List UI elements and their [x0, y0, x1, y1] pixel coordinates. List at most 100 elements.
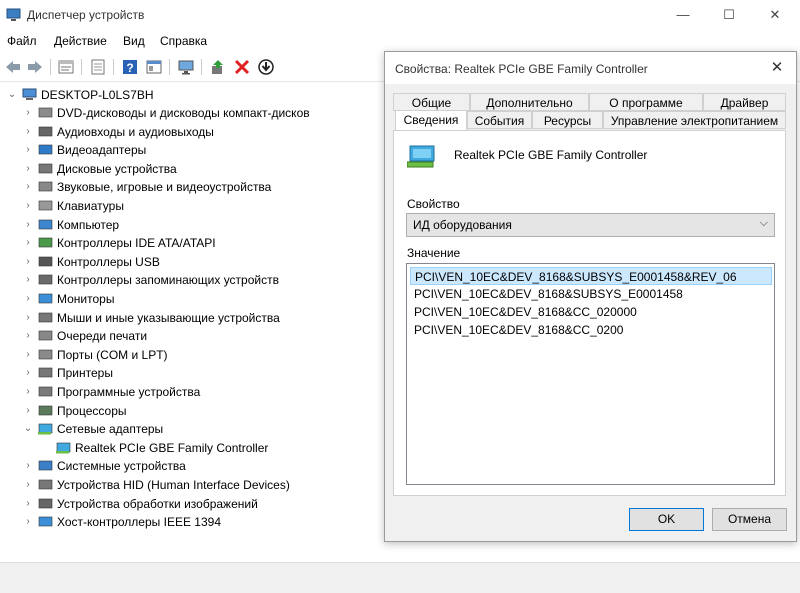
tree-category-item[interactable]: › Системные устройства [22, 457, 362, 475]
title-bar: Диспетчер устройств — ☐ ✕ [0, 0, 800, 30]
chevron-right-icon[interactable]: › [22, 216, 34, 234]
ok-button[interactable]: OK [629, 508, 704, 531]
download-icon[interactable] [257, 58, 275, 76]
tree-category-item[interactable]: › Компьютер [22, 216, 362, 234]
value-item[interactable]: PCI\VEN_10EC&DEV_8168&SUBSYS_E0001458 [410, 285, 772, 303]
tree-category-item[interactable]: › Устройства обработки изображений [22, 495, 362, 513]
value-list[interactable]: PCI\VEN_10EC&DEV_8168&SUBSYS_E0001458&RE… [406, 263, 775, 485]
tree-category-item[interactable]: › Порты (COM и LPT) [22, 346, 362, 364]
update-driver-icon[interactable] [209, 58, 227, 76]
minimize-button[interactable]: — [660, 0, 706, 30]
chevron-right-icon[interactable]: › [22, 309, 34, 327]
tree-category-item[interactable]: › Клавиатуры [22, 197, 362, 215]
tree-item-label: Устройства HID (Human Interface Devices) [57, 478, 290, 492]
chevron-right-icon[interactable]: › [22, 457, 34, 475]
back-icon[interactable] [4, 58, 22, 76]
view-icon[interactable] [145, 58, 163, 76]
chevron-right-icon[interactable]: › [22, 271, 34, 289]
chevron-right-icon[interactable]: › [22, 495, 34, 513]
tab-power-management[interactable]: Управление электропитанием [603, 111, 786, 129]
computer-icon [38, 219, 53, 229]
tab-details[interactable]: Сведения [395, 110, 467, 130]
tree-category-item[interactable]: › Программные устройства [22, 383, 362, 401]
chevron-right-icon[interactable]: › [22, 253, 34, 271]
menu-file[interactable]: Файл [7, 34, 37, 48]
tree-item-label: Системные устройства [57, 459, 186, 474]
chevron-right-icon[interactable]: › [22, 123, 34, 141]
value-item[interactable]: PCI\VEN_10EC&DEV_8168&SUBSYS_E0001458&RE… [410, 267, 772, 285]
tree-category-item[interactable]: › Процессоры [22, 402, 362, 420]
chevron-right-icon[interactable]: › [22, 402, 34, 420]
tree-category-item[interactable]: › Аудиовходы и аудиовыходы [22, 123, 362, 141]
properties-dialog: Свойства: Realtek PCIe GBE Family Contro… [384, 51, 797, 542]
value-item[interactable]: PCI\VEN_10EC&DEV_8168&CC_020000 [410, 303, 772, 321]
help-icon[interactable]: ? [121, 58, 139, 76]
tree-item-label: Клавиатуры [57, 199, 124, 213]
tree-device-item[interactable]: Realtek PCIe GBE Family Controller [40, 439, 380, 457]
chevron-right-icon[interactable]: › [22, 513, 34, 531]
tree-item-label: Принтеры [57, 366, 113, 381]
chevron-right-icon[interactable]: › [22, 178, 34, 196]
sound-icon [38, 182, 53, 192]
tree-category-item[interactable]: › Устройства HID (Human Interface Devices… [22, 476, 362, 494]
tree-category-item[interactable]: › Контроллеры IDE ATA/ATAPI [22, 234, 362, 252]
tree-item-label: Компьютер [57, 217, 120, 232]
tree-category-item[interactable]: › Очереди печати [22, 327, 362, 345]
disk-icon [38, 163, 53, 174]
tab-about[interactable]: О программе [589, 93, 703, 111]
tree-category-item[interactable]: › Мыши и иные указывающие устройства [22, 309, 362, 327]
chevron-right-icon[interactable]: › [22, 234, 34, 252]
chevron-down-icon[interactable]: ⌄ [6, 86, 18, 104]
chevron-right-icon[interactable]: › [22, 364, 34, 382]
tree-category-item[interactable]: › Принтеры [22, 364, 362, 382]
tree-root[interactable]: ⌄ DESKTOP-L0LS7BH [6, 86, 306, 104]
chevron-right-icon[interactable]: › [22, 197, 34, 215]
tree-category-item[interactable]: › Видеоадаптеры [22, 141, 362, 159]
close-button[interactable]: ✕ [752, 0, 798, 30]
dialog-close-button[interactable]: ✕ [762, 55, 792, 81]
value-item[interactable]: PCI\VEN_10EC&DEV_8168&CC_0200 [410, 321, 772, 339]
chevron-right-icon[interactable]: › [22, 476, 34, 494]
maximize-button[interactable]: ☐ [706, 0, 752, 30]
properties-icon[interactable] [57, 58, 75, 76]
forward-icon[interactable] [26, 58, 44, 76]
tree-category-item[interactable]: › Контроллеры USB [22, 253, 362, 271]
menu-view[interactable]: Вид [123, 34, 145, 48]
tree-category-item[interactable]: › Контроллеры запоминающих устройств [22, 271, 362, 289]
tree-item-label: Порты (COM и LPT) [57, 347, 168, 362]
tree-category-item[interactable]: › Хост-контроллеры IEEE 1394 [22, 513, 362, 531]
monitor-icon[interactable] [177, 58, 195, 76]
tree-category-item[interactable]: › DVD-дисководы и дисководы компакт-диско… [22, 104, 362, 122]
property-dropdown[interactable]: ИД оборудования ⌵ [406, 213, 775, 237]
chevron-right-icon[interactable]: › [22, 160, 34, 178]
tree-category-item[interactable]: › Звуковые, игровые и видеоустройства [22, 178, 362, 196]
chevron-right-icon[interactable]: › [22, 141, 34, 159]
tree-item-label: DVD-дисководы и дисководы компакт-дисков [57, 106, 310, 120]
uninstall-icon[interactable] [233, 58, 251, 76]
chevron-right-icon[interactable]: › [22, 104, 34, 122]
tree-item-label: Звуковые, игровые и видеоустройства [57, 180, 272, 195]
tree-category-item[interactable]: › Дисковые устройства [22, 160, 362, 178]
tab-driver[interactable]: Драйвер [703, 93, 786, 111]
tab-events[interactable]: События [467, 111, 532, 129]
dialog-title: Свойства: Realtek PCIe GBE Family Contro… [395, 62, 648, 76]
chevron-right-icon[interactable]: › [22, 290, 34, 308]
software-device-icon [38, 386, 53, 397]
chevron-down-icon[interactable]: ⌄ [22, 420, 34, 438]
cancel-button[interactable]: Отмена [712, 508, 787, 531]
tab-resources[interactable]: Ресурсы [532, 111, 603, 129]
menu-action[interactable]: Действие [54, 34, 107, 48]
tree-category-item[interactable]: ⌄ Сетевые адаптеры [22, 420, 362, 438]
tab-advanced[interactable]: Дополнительно [470, 93, 589, 111]
tree-item-label: Контроллеры IDE ATA/ATAPI [57, 236, 216, 251]
tree-category-item[interactable]: › Мониторы [22, 290, 362, 308]
network-card-icon [407, 145, 435, 168]
tab-general[interactable]: Общие [393, 93, 470, 111]
menu-help[interactable]: Справка [160, 34, 207, 48]
refresh-icon[interactable] [89, 58, 107, 76]
chevron-right-icon[interactable]: › [22, 327, 34, 345]
processor-icon [38, 405, 53, 415]
chevron-right-icon[interactable]: › [22, 346, 34, 364]
chevron-right-icon[interactable]: › [22, 383, 34, 401]
mouse-icon [38, 312, 53, 322]
